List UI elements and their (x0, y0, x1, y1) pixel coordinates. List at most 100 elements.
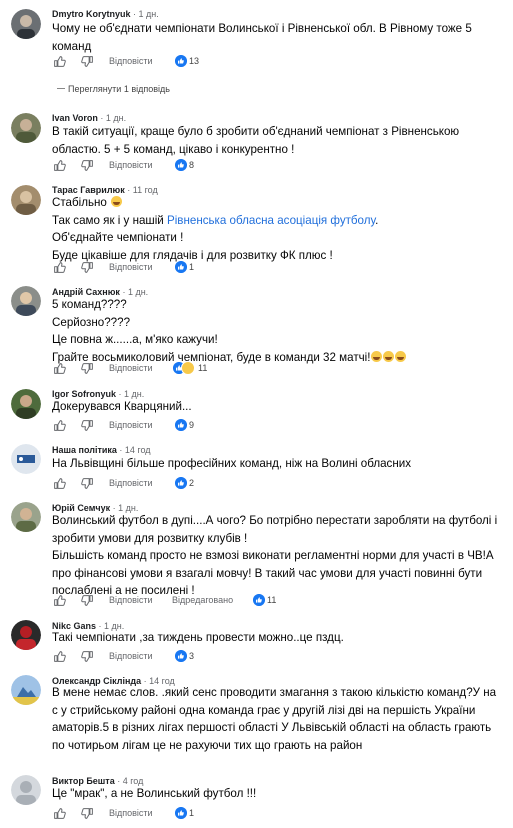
likes-count[interactable]: 1 (189, 808, 194, 818)
comment-line: команд (52, 39, 92, 53)
laughing-emoji-icon (395, 350, 407, 362)
like-reaction-icon (175, 159, 187, 171)
edited-label: Відредаговано (172, 595, 234, 605)
comment: Олександр Сіклінда · 14 год В мене немає… (0, 671, 513, 767)
comment-meta: Dmytro Korytnyuk · 1 дн. (52, 9, 159, 19)
comment-line: Це повна ж......а, м'яко кажучи! (52, 333, 218, 346)
comment-line: Так само як і у нашій Рівненська обласна… (52, 212, 508, 230)
comment-line: Стабільно (52, 194, 508, 212)
comment-text: Стабільно Так само як і у нашій Рівненсь… (52, 194, 508, 264)
comment-text: На Львівщині більше професійних команд, … (52, 455, 508, 473)
avatar[interactable] (11, 444, 41, 474)
thumb-down-icon[interactable] (81, 261, 94, 274)
avatar[interactable] (11, 502, 41, 532)
reply-button[interactable]: Відповісти (109, 420, 153, 430)
comment: Юрій Семчук · 1 дн. Волинський футбол в … (0, 496, 513, 614)
comment-line: про фінансові умови я взагалі мовчу! В т… (52, 566, 483, 580)
thumb-up-icon[interactable] (53, 261, 66, 274)
like-reaction-icon (175, 261, 187, 273)
comment-line-text: Так само як і у нашій (52, 213, 167, 227)
likes-count[interactable]: 8 (189, 160, 194, 170)
comment-line: с у стрийському районі одна команда грає… (52, 703, 476, 717)
comment-line: Серйозно???? (52, 315, 131, 329)
thumb-up-icon[interactable] (53, 594, 66, 607)
comment-time[interactable]: 1 дн. (106, 113, 126, 123)
author-name[interactable]: Наша політика (52, 445, 117, 455)
view-replies-label: Переглянути 1 відповідь (68, 84, 170, 94)
author-name[interactable]: Dmytro Korytnyuk (52, 9, 131, 19)
avatar[interactable] (11, 775, 41, 805)
thumb-down-icon[interactable] (81, 419, 94, 432)
reply-button[interactable]: Відповісти (109, 363, 153, 373)
like-reaction-icon (175, 55, 187, 67)
avatar[interactable] (11, 113, 41, 143)
likes-count[interactable]: 3 (189, 651, 194, 661)
view-replies-link[interactable]: Переглянути 1 відповідь (57, 84, 170, 94)
thumb-up-icon[interactable] (53, 477, 66, 490)
thumb-down-icon[interactable] (81, 159, 94, 172)
likes-count[interactable]: 9 (189, 420, 194, 430)
thumb-down-icon[interactable] (81, 55, 94, 68)
likes-count[interactable]: 1 (189, 262, 194, 272)
reply-button[interactable]: Відповісти (109, 160, 153, 170)
comment-line: по чотирьом лігам це не рахуючи тих що г… (52, 738, 363, 752)
thumb-down-icon[interactable] (81, 807, 94, 820)
comment-line: Більшість команд просто не взмозі викона… (52, 549, 494, 562)
reply-button[interactable]: Відповісти (109, 595, 153, 605)
like-reaction-icon (175, 650, 187, 662)
thumb-up-icon[interactable] (53, 419, 66, 432)
thumb-up-icon[interactable] (53, 55, 66, 68)
thumb-down-icon[interactable] (81, 594, 94, 607)
thumb-up-icon[interactable] (53, 159, 66, 172)
thumb-down-icon[interactable] (81, 650, 94, 663)
like-reaction-icon (175, 807, 187, 819)
comment-line: В такій ситуації, краще було б зробити о… (52, 125, 460, 138)
comment: Наша політика · 14 год На Львівщині біль… (0, 438, 513, 496)
comment-text: Волинський футбол в дупі....А чого? Бо п… (52, 512, 508, 600)
likes-count[interactable]: 2 (189, 478, 194, 488)
comment-line: Чому не об'єднати чемпіонати Волинської … (52, 22, 472, 35)
comment-line: На Львівщині більше професійних команд, … (52, 457, 412, 470)
thumb-down-icon[interactable] (81, 362, 94, 375)
thumb-up-icon[interactable] (53, 362, 66, 375)
comment: Dmytro Korytnyuk · 1 дн. Чому не об'єдна… (0, 0, 513, 84)
like-reaction-icon (175, 477, 187, 489)
mention-link[interactable]: Рівненська обласна асоціація футболу (167, 214, 375, 227)
reply-button[interactable]: Відповісти (109, 808, 153, 818)
reply-button[interactable]: Відповісти (109, 262, 153, 272)
like-reaction-icon (253, 594, 265, 606)
likes-count[interactable]: 11 (198, 363, 207, 373)
avatar[interactable] (11, 620, 41, 650)
reply-branch-icon (57, 88, 65, 89)
avatar[interactable] (11, 185, 41, 215)
comment-meta: Ivan Voron · 1 дн. (52, 113, 127, 123)
comment: Igor Sofronyuk · 1 дн. Докерувався Кварц… (0, 383, 513, 438)
comment-time[interactable]: 14 год (125, 445, 151, 455)
likes-count[interactable]: 11 (267, 595, 276, 605)
comment-line-suffix: . (375, 213, 379, 227)
comment-text: В такій ситуації, краще було б зробити о… (52, 123, 508, 158)
comment-line: зробити умови для розвитку клубів ! (52, 531, 248, 545)
comment-line: Такі чемпіонати ,за тиждень провести мож… (52, 631, 344, 644)
avatar[interactable] (11, 675, 41, 705)
like-reaction-icon (175, 419, 187, 431)
thumb-up-icon[interactable] (53, 807, 66, 820)
reply-button[interactable]: Відповісти (109, 56, 153, 66)
avatar[interactable] (11, 9, 41, 39)
comment-text: Такі чемпіонати ,за тиждень провести мож… (52, 629, 508, 647)
reply-button[interactable]: Відповісти (109, 478, 153, 488)
thumb-down-icon[interactable] (81, 477, 94, 490)
avatar[interactable] (11, 389, 41, 419)
thumb-up-icon[interactable] (53, 650, 66, 663)
comment-line: Докерувався Кварцяний... (52, 400, 192, 413)
comment: Nikc Gans · 1 дн. Такі чемпіонати ,за ти… (0, 614, 513, 671)
comment-time[interactable]: 1 дн. (139, 9, 159, 19)
avatar[interactable] (11, 286, 41, 316)
likes-count[interactable]: 13 (189, 56, 199, 66)
comment-meta: Наша політика · 14 год (52, 445, 151, 455)
author-name[interactable]: Ivan Voron (52, 113, 98, 123)
reply-button[interactable]: Відповісти (109, 651, 153, 661)
comment-line-text: Стабільно (52, 196, 107, 209)
comment-text: В мене немає слов. .який сенс проводити … (52, 684, 508, 754)
smile-emoji-icon (111, 196, 123, 207)
